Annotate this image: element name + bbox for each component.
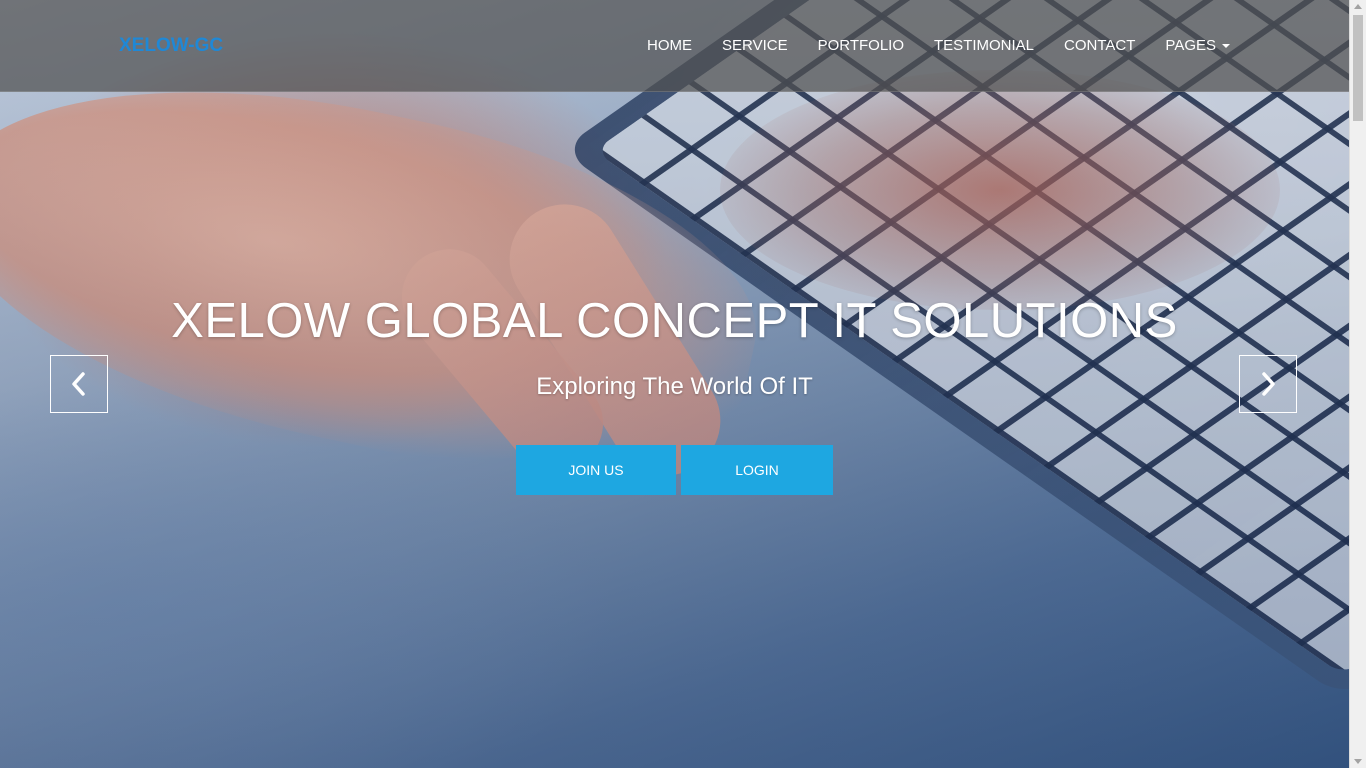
nav-item-contact[interactable]: CONTACT xyxy=(1064,37,1135,54)
hero-subtitle: Exploring The World Of IT xyxy=(536,373,813,400)
caret-down-icon xyxy=(1222,43,1230,48)
nav-menu: HOME SERVICE PORTFOLIO TESTIMONIAL CONTA… xyxy=(617,37,1230,54)
scroll-down-icon[interactable] xyxy=(1354,759,1362,764)
page-scrollbar[interactable] xyxy=(1349,0,1366,768)
nav-item-pages-dropdown[interactable]: PAGES xyxy=(1165,37,1230,54)
scrollbar-thumb[interactable] xyxy=(1353,15,1363,121)
nav-item-label: PAGES xyxy=(1165,37,1216,54)
carousel-prev-button[interactable] xyxy=(50,355,108,413)
page: XELOW-GC HOME SERVICE PORTFOLIO TESTIMON… xyxy=(0,0,1366,768)
nav-item-label: PORTFOLIO xyxy=(817,37,905,54)
nav-item-home[interactable]: HOME xyxy=(647,37,692,54)
scroll-up-icon[interactable] xyxy=(1354,4,1362,9)
chevron-right-icon xyxy=(1262,372,1275,396)
navbar: XELOW-GC HOME SERVICE PORTFOLIO TESTIMON… xyxy=(0,0,1349,92)
nav-item-label: CONTACT xyxy=(1064,37,1136,54)
join-us-button[interactable]: JOIN US xyxy=(516,445,676,495)
hero-title: XELOW GLOBAL CONCEPT IT SOLUTIONS xyxy=(171,294,1178,348)
brand-logo-link[interactable]: XELOW-GC xyxy=(119,35,223,57)
nav-item-label: SERVICE xyxy=(722,37,788,54)
nav-item-label: HOME xyxy=(647,37,693,54)
login-button[interactable]: LOGIN xyxy=(681,445,833,495)
nav-item-label: TESTIMONIAL xyxy=(934,37,1035,54)
carousel-next-button[interactable] xyxy=(1239,355,1297,413)
nav-item-portfolio[interactable]: PORTFOLIO xyxy=(818,37,904,54)
chevron-left-icon xyxy=(72,372,85,396)
nav-item-service[interactable]: SERVICE xyxy=(722,37,788,54)
nav-item-testimonial[interactable]: TESTIMONIAL xyxy=(934,37,1034,54)
